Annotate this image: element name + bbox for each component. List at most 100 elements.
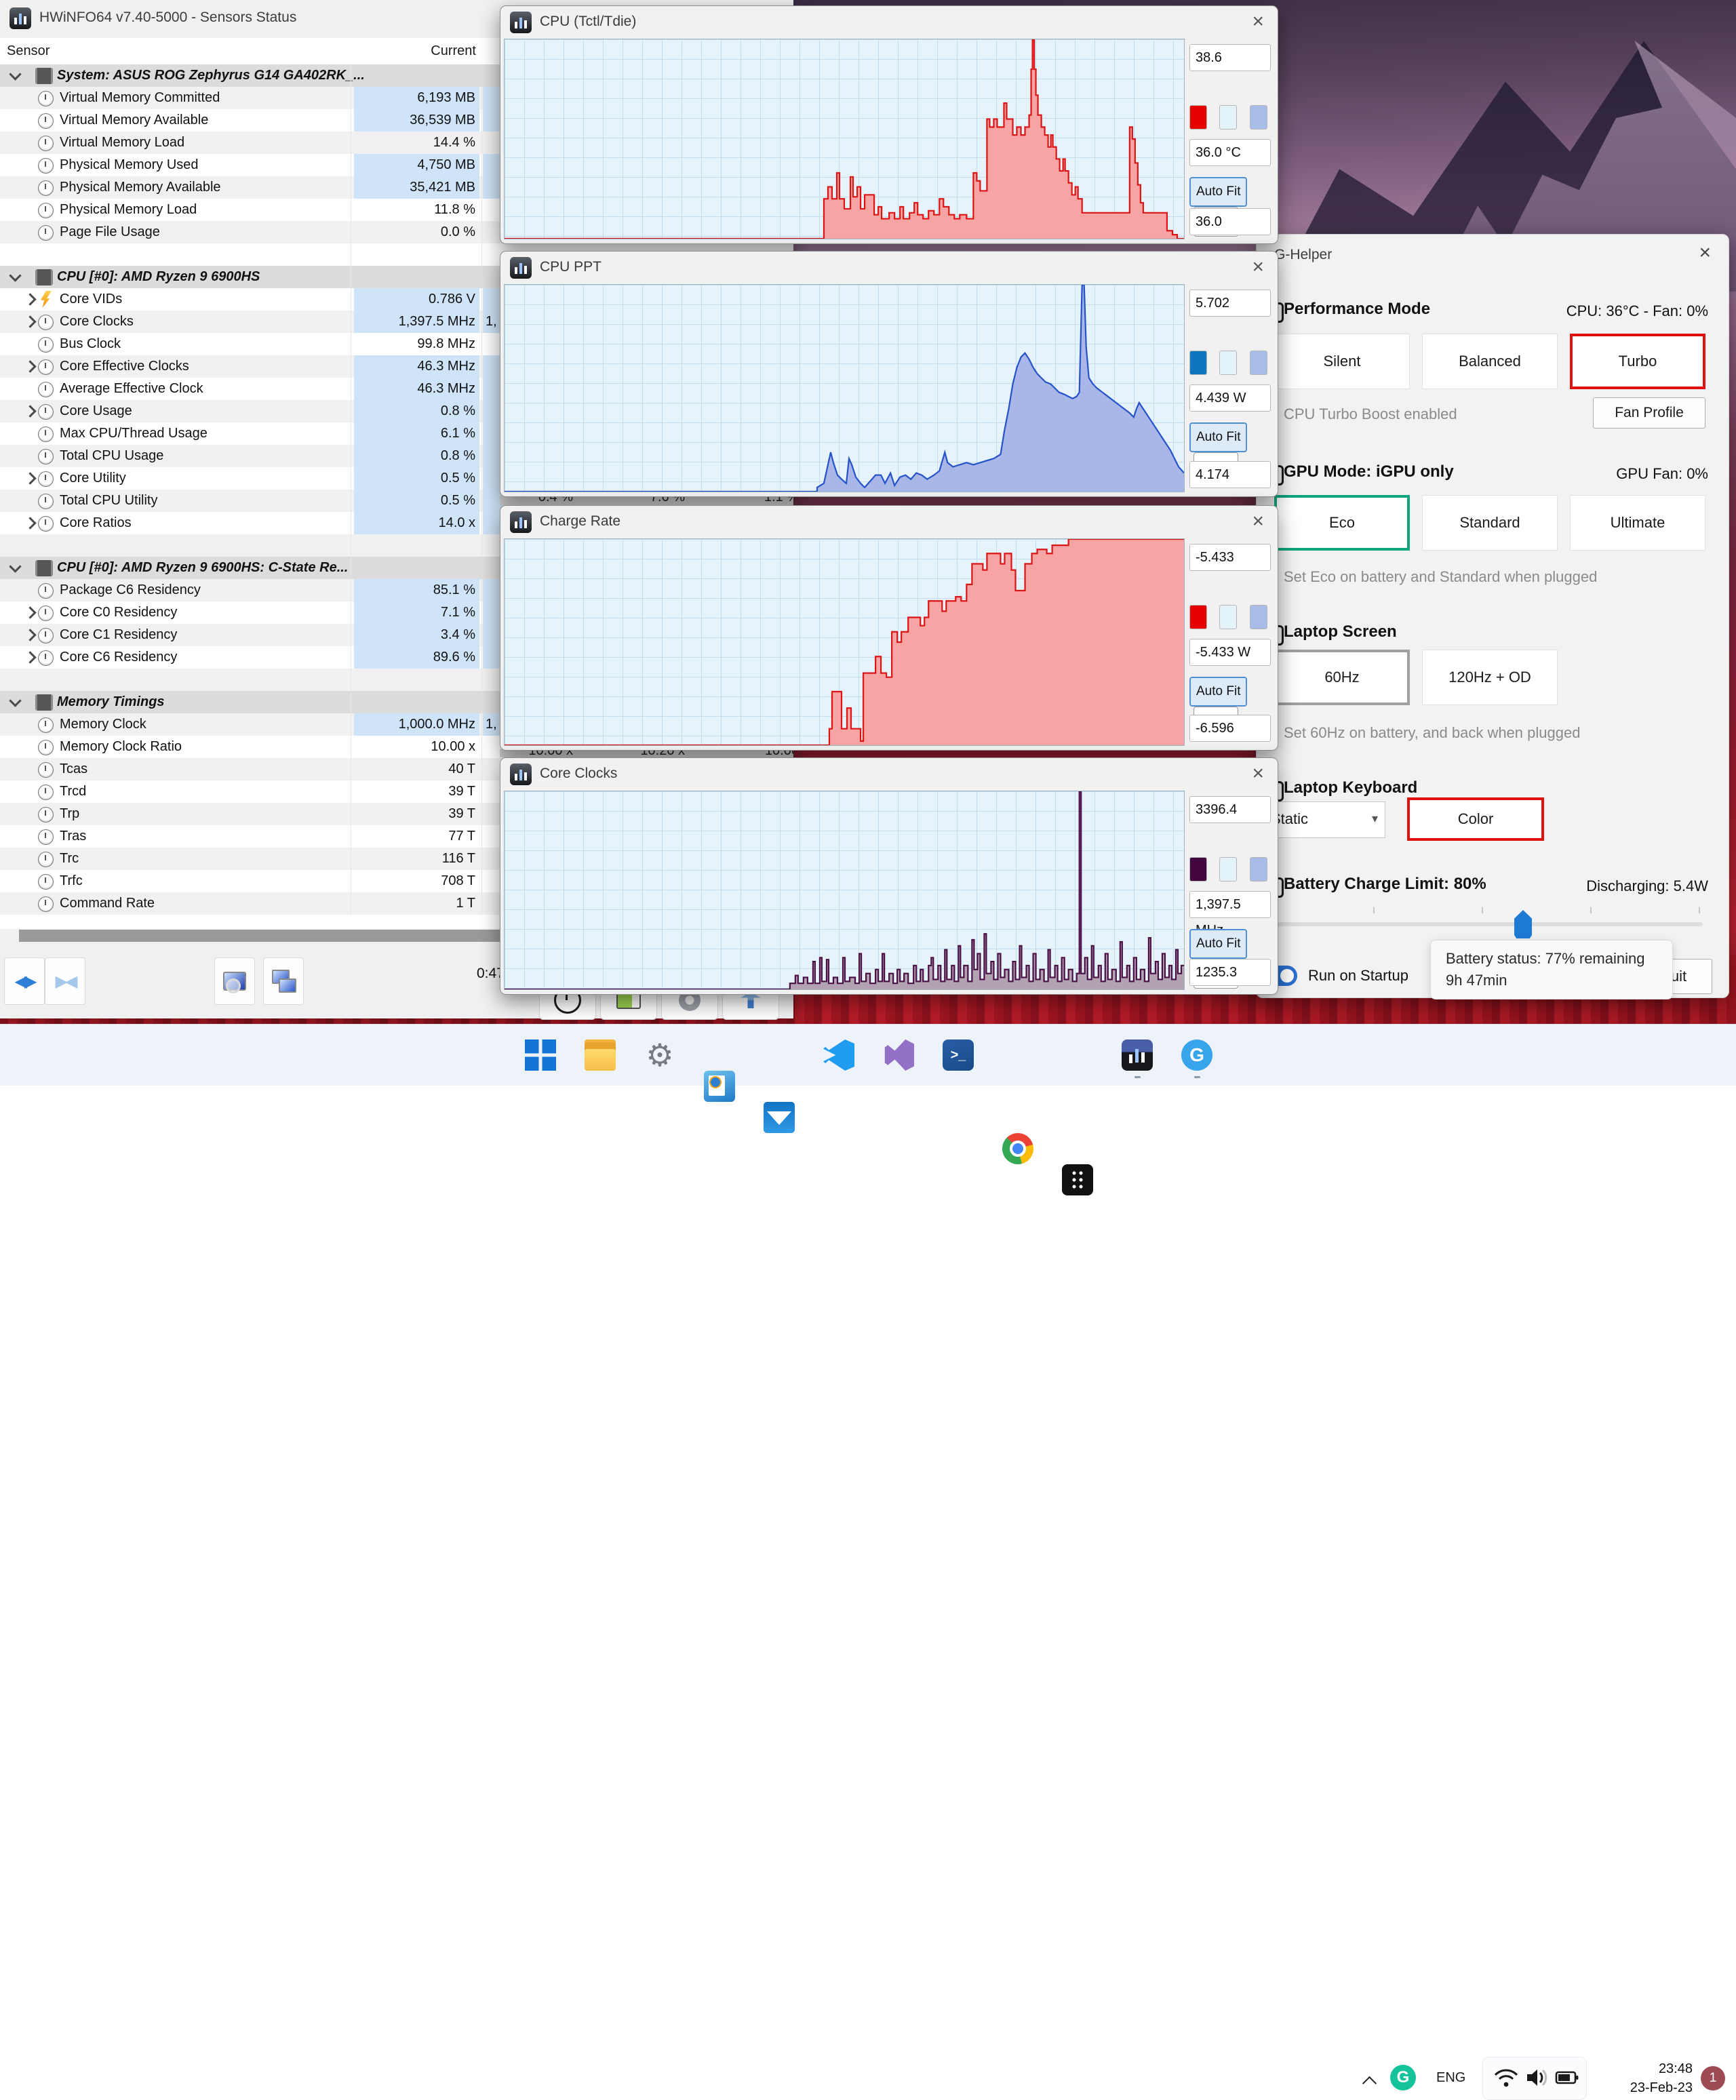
mode-turbo-button[interactable]: Turbo bbox=[1570, 334, 1705, 389]
battery-limit-slider[interactable] bbox=[1263, 922, 1703, 926]
tray-clock[interactable]: 23:48 23-Feb-23 bbox=[1598, 2059, 1693, 2097]
graph-window-charge-rate: Charge Rate × -5.433 -5.433 W Auto Fit bbox=[500, 505, 1278, 751]
language-indicator[interactable]: ENG bbox=[1436, 2070, 1465, 2086]
grid-color-swatch[interactable] bbox=[1250, 351, 1267, 375]
grid-color-swatch[interactable] bbox=[1250, 857, 1267, 881]
stream-deck-icon[interactable] bbox=[1062, 1164, 1093, 1195]
sensor-group-label: System: ASUS ROG Zephyrus G14 GA402RK_..… bbox=[57, 68, 365, 83]
graph-max-value: 5.702 bbox=[1189, 290, 1271, 317]
sensor-label: Core Utility bbox=[60, 471, 126, 486]
gauge-icon bbox=[38, 717, 54, 733]
chip-icon bbox=[35, 269, 53, 285]
sensor-value: 10.00 x bbox=[354, 736, 479, 758]
screen-120hz-button[interactable]: 120Hz + OD bbox=[1422, 650, 1558, 705]
chevron-right-icon[interactable] bbox=[24, 651, 36, 663]
chrome-icon[interactable] bbox=[1002, 1133, 1033, 1164]
quick-settings[interactable] bbox=[1482, 2057, 1587, 2100]
graph-titlebar[interactable]: Charge Rate × bbox=[500, 506, 1278, 538]
sensor-value: 1,397.5 MHz bbox=[354, 311, 479, 333]
gpu-ultimate-button[interactable]: Ultimate bbox=[1570, 495, 1705, 551]
background-color-swatch[interactable] bbox=[1219, 857, 1237, 881]
grammarly-tray-icon[interactable]: G bbox=[1390, 2065, 1416, 2091]
sensor-label: Core Ratios bbox=[60, 515, 132, 531]
running-indicator bbox=[1135, 1076, 1141, 1078]
gpu-standard-button[interactable]: Standard bbox=[1422, 495, 1558, 551]
chevron-right-icon[interactable] bbox=[24, 315, 36, 328]
graph-title: CPU PPT bbox=[540, 259, 601, 275]
tray-chevron-up-icon[interactable] bbox=[1362, 2076, 1377, 2091]
close-icon[interactable]: × bbox=[1252, 256, 1264, 279]
auto-fit-button[interactable]: Auto Fit bbox=[1189, 929, 1247, 959]
graph-titlebar[interactable]: Core Clocks × bbox=[500, 758, 1278, 791]
sensor-label: Total CPU Usage bbox=[60, 448, 163, 464]
start-button[interactable] bbox=[525, 1039, 556, 1071]
task-monitor-icon[interactable] bbox=[704, 1071, 735, 1102]
powershell-icon[interactable]: >_ bbox=[943, 1039, 974, 1071]
remote-monitoring-button[interactable] bbox=[263, 957, 304, 1005]
chevron-right-icon[interactable] bbox=[24, 629, 36, 641]
chevron-right-icon[interactable] bbox=[24, 606, 36, 618]
chevron-right-icon[interactable] bbox=[24, 472, 36, 484]
background-color-swatch[interactable] bbox=[1219, 105, 1237, 130]
background-color-swatch[interactable] bbox=[1219, 605, 1237, 629]
volume-icon bbox=[1525, 2067, 1550, 2088]
grid-color-swatch[interactable] bbox=[1250, 605, 1267, 629]
graph-max-value: -5.433 bbox=[1189, 544, 1271, 571]
mode-silent-button[interactable]: Silent bbox=[1274, 334, 1410, 389]
sensor-label: Average Effective Clock bbox=[60, 381, 203, 397]
screen-60hz-button[interactable]: 60Hz bbox=[1274, 650, 1410, 705]
chevron-right-icon[interactable] bbox=[24, 517, 36, 529]
graph-titlebar[interactable]: CPU PPT × bbox=[500, 252, 1278, 284]
chevron-down-icon[interactable] bbox=[9, 560, 21, 572]
notification-badge[interactable]: 1 bbox=[1701, 2066, 1725, 2091]
chevron-down-icon[interactable] bbox=[9, 68, 21, 80]
mode-balanced-button[interactable]: Balanced bbox=[1422, 334, 1558, 389]
column-current[interactable]: Current bbox=[353, 43, 476, 59]
chevron-down-icon[interactable] bbox=[9, 269, 21, 281]
graph-min-value: 1235.3 bbox=[1189, 959, 1271, 986]
visual-studio-icon[interactable] bbox=[883, 1039, 914, 1071]
column-sensor[interactable]: Sensor bbox=[7, 43, 50, 59]
auto-fit-button[interactable]: Auto Fit bbox=[1189, 177, 1247, 207]
sensor-label: Core C0 Residency bbox=[60, 605, 177, 620]
background-color-swatch[interactable] bbox=[1219, 351, 1237, 375]
close-icon[interactable]: × bbox=[1699, 241, 1711, 264]
system-summary-button[interactable] bbox=[214, 957, 255, 1005]
hwinfo-taskbar-icon[interactable] bbox=[1122, 1039, 1153, 1071]
graph-plot bbox=[504, 791, 1185, 990]
auto-fit-button[interactable]: Auto Fit bbox=[1189, 422, 1247, 452]
series-color-swatch[interactable] bbox=[1189, 105, 1207, 130]
keyboard-color-button[interactable]: Color bbox=[1407, 797, 1544, 841]
ghelper-taskbar-icon[interactable]: G bbox=[1181, 1039, 1212, 1071]
close-icon[interactable]: × bbox=[1252, 510, 1264, 533]
settings-icon[interactable]: ⚙ bbox=[644, 1039, 675, 1071]
sensor-label: Trfc bbox=[60, 873, 83, 889]
chevron-right-icon[interactable] bbox=[24, 293, 36, 305]
collapse-columns-button[interactable]: ▶◀ bbox=[45, 957, 85, 1005]
series-color-swatch[interactable] bbox=[1189, 605, 1207, 629]
mail-icon[interactable] bbox=[764, 1102, 795, 1133]
graph-plot bbox=[504, 284, 1185, 492]
vscode-icon[interactable] bbox=[823, 1039, 854, 1071]
grid-color-swatch[interactable] bbox=[1250, 105, 1267, 130]
gauge-icon bbox=[38, 315, 54, 330]
monitor-search-icon bbox=[223, 972, 246, 991]
slider-thumb[interactable] bbox=[1514, 910, 1532, 938]
auto-fit-button[interactable]: Auto Fit bbox=[1189, 677, 1247, 707]
close-icon[interactable]: × bbox=[1252, 10, 1264, 33]
series-color-swatch[interactable] bbox=[1189, 351, 1207, 375]
gpu-eco-button[interactable]: Eco bbox=[1274, 495, 1410, 551]
chevron-right-icon[interactable] bbox=[24, 405, 36, 417]
sensor-label: Virtual Memory Committed bbox=[60, 90, 220, 106]
series-color-swatch[interactable] bbox=[1189, 857, 1207, 881]
file-explorer-icon[interactable] bbox=[585, 1039, 616, 1071]
chevron-down-icon[interactable] bbox=[9, 694, 21, 707]
fragment-value: 0.4 % bbox=[519, 496, 573, 505]
close-icon[interactable]: × bbox=[1252, 762, 1264, 785]
expand-columns-button[interactable]: ◀▶ bbox=[4, 957, 45, 1005]
hwinfo-app-icon bbox=[510, 511, 532, 533]
fan-profile-button[interactable]: Fan Profile bbox=[1593, 397, 1705, 429]
graph-titlebar[interactable]: CPU (Tctl/Tdie) × bbox=[500, 6, 1278, 39]
tray-time: 23:48 bbox=[1598, 2059, 1693, 2078]
chevron-right-icon[interactable] bbox=[24, 360, 36, 372]
